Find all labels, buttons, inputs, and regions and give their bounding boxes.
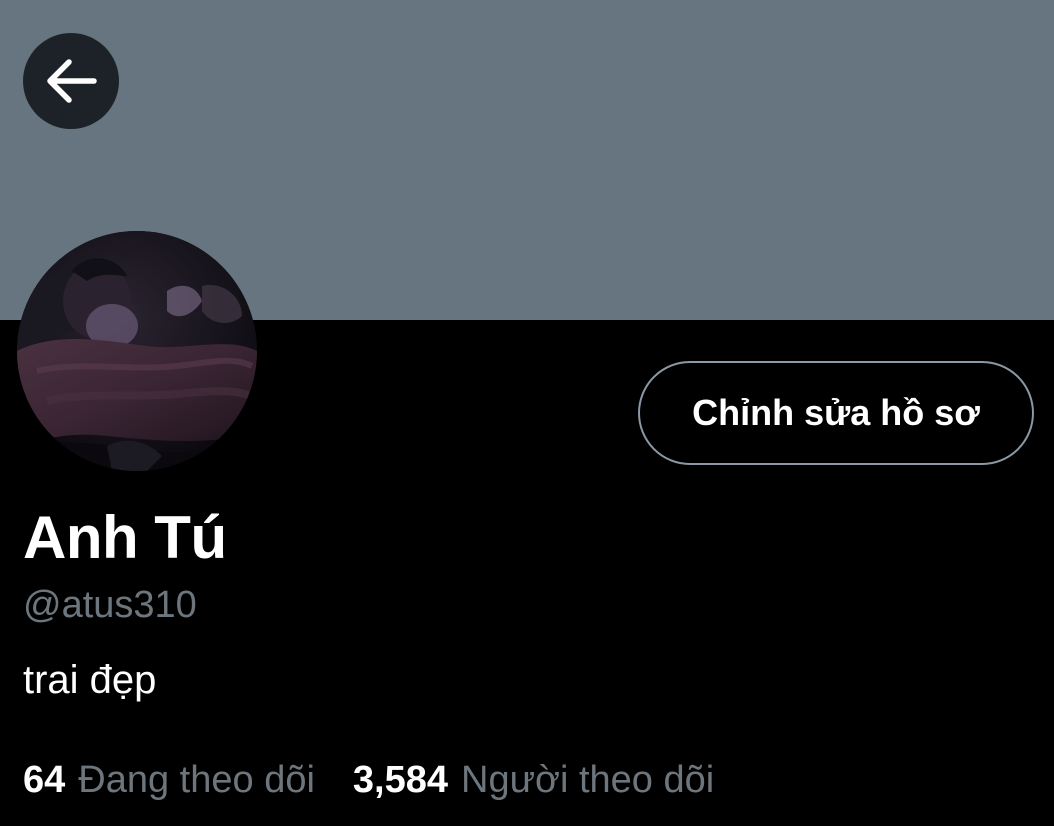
back-button[interactable] <box>23 33 119 129</box>
avatar-photo <box>17 231 257 471</box>
following-label: Đang theo dõi <box>78 759 315 801</box>
following-link[interactable]: 64 Đang theo dõi <box>23 752 315 808</box>
profile-screen: Chỉnh sửa hồ sơ Anh Tú @atus310 trai đẹp… <box>0 0 1054 826</box>
edit-profile-button[interactable]: Chỉnh sửa hồ sơ <box>638 361 1034 465</box>
followers-label: Người theo dõi <box>461 759 715 801</box>
avatar[interactable] <box>17 231 257 471</box>
username: @atus310 <box>23 584 197 626</box>
following-count: 64 <box>23 759 66 801</box>
followers-count: 3,584 <box>352 759 449 801</box>
arrow-left-icon <box>47 59 97 103</box>
profile-stats: 64 Đang theo dõi 3,584 Người theo dõi <box>23 752 714 808</box>
bio: trai đẹp <box>23 658 157 702</box>
display-name: Anh Tú <box>23 504 227 571</box>
followers-link[interactable]: 3,584 Người theo dõi <box>353 752 714 808</box>
